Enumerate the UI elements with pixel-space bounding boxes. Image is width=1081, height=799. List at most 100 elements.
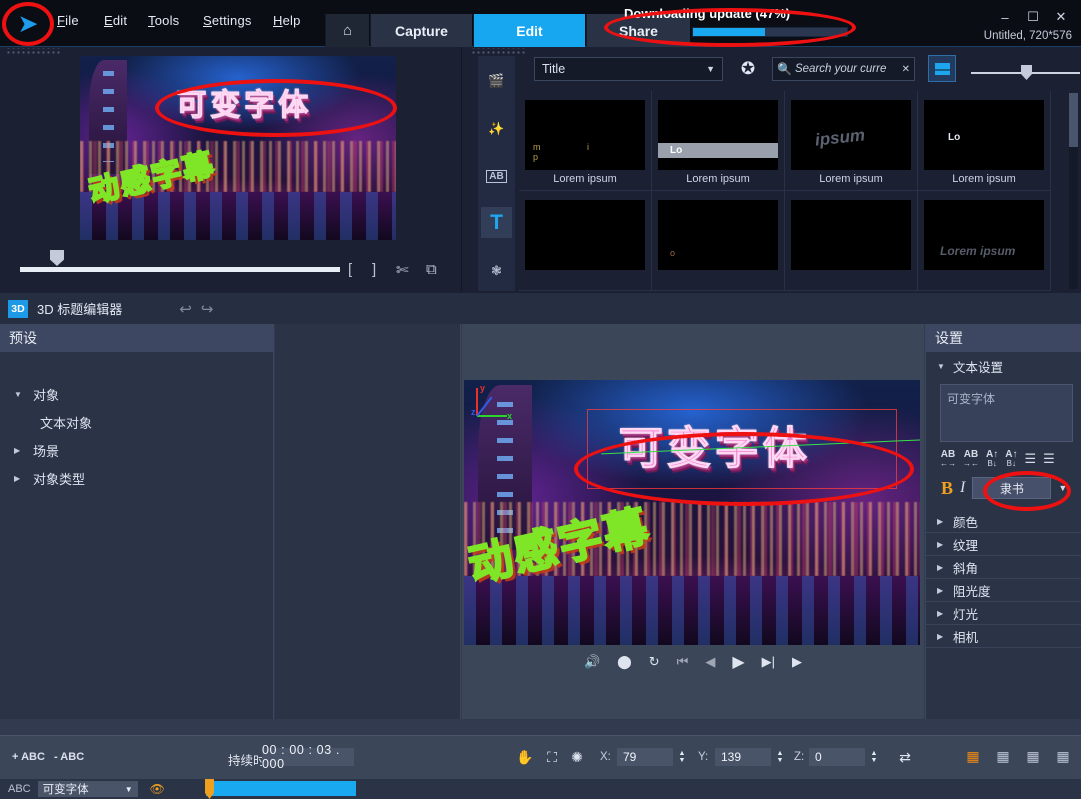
add-favorite-button[interactable]: ✪: [734, 56, 762, 82]
chevron-down-icon[interactable]: ▼: [1058, 483, 1067, 493]
menu-file[interactable]: FFileile: [57, 13, 79, 28]
list-item[interactable]: Lorem ipsum: [918, 191, 1051, 291]
preview-playhead[interactable]: [50, 250, 64, 266]
tree-item-text-object[interactable]: 文本对象: [0, 408, 273, 436]
group-lighting[interactable]: ▶ 灯光: [926, 602, 1081, 625]
snapshot-icon[interactable]: ⧉: [426, 261, 437, 278]
mode-capture-button[interactable]: Capture: [370, 14, 472, 47]
letter-spacing-contract-icon[interactable]: AB →←: [963, 449, 979, 469]
list-item[interactable]: [519, 191, 652, 291]
play-icon[interactable]: ▶: [732, 652, 744, 672]
preset-thumbnail-panel[interactable]: [275, 324, 461, 719]
split-scissors-icon[interactable]: ✄: [396, 261, 409, 279]
step-back-icon[interactable]: ◀: [705, 654, 715, 670]
prev-frame-icon[interactable]: ⏮: [677, 654, 689, 670]
track-clip-select[interactable]: 可变字体 ▼: [37, 781, 138, 797]
y-stepper[interactable]: ▲ ▼: [774, 748, 786, 766]
align-left-icon[interactable]: ☰: [1024, 452, 1036, 466]
line-spacing-increase-icon[interactable]: A↑ B↓: [986, 449, 998, 469]
transitions-ab-icon[interactable]: AB: [481, 161, 512, 192]
rotate-object-icon[interactable]: ✺: [567, 748, 587, 767]
group-color[interactable]: ▶ 颜色: [926, 510, 1081, 533]
maximize-button[interactable]: ☐: [1020, 8, 1046, 26]
list-item[interactable]: Lo Lorem ipsum: [652, 91, 785, 191]
remove-text-button[interactable]: - ABC: [54, 751, 84, 763]
view-side-icon[interactable]: ▦: [1022, 747, 1044, 766]
clear-search-icon[interactable]: ✕: [902, 64, 910, 75]
close-button[interactable]: ✕: [1048, 8, 1074, 26]
tree-item-object[interactable]: ▼ 对象: [0, 380, 273, 408]
align-center-icon[interactable]: ☰: [1043, 452, 1055, 466]
view-front-icon[interactable]: ▦: [962, 747, 984, 766]
view-mode-button[interactable]: [928, 55, 956, 82]
selection-bounding-box[interactable]: [587, 409, 898, 489]
library-scrollbar[interactable]: [1069, 93, 1078, 289]
swap-reset-icon[interactable]: ⇄: [895, 748, 915, 767]
list-item[interactable]: o: [652, 191, 785, 291]
tree-item-object-type[interactable]: ▶ 对象类型: [0, 464, 273, 492]
group-camera[interactable]: ▶ 相机: [926, 625, 1081, 648]
font-family-select[interactable]: 隶书: [972, 477, 1052, 499]
preview-scrubber-track[interactable]: [20, 267, 340, 272]
mode-edit-button[interactable]: Edit: [473, 14, 585, 47]
y-field[interactable]: 139: [715, 748, 771, 766]
z-field[interactable]: 0: [809, 748, 865, 766]
title-icon[interactable]: T: [481, 207, 512, 238]
menu-edit[interactable]: Edit: [104, 13, 127, 28]
view-perspective-icon[interactable]: ▦: [1052, 747, 1074, 766]
move-object-icon[interactable]: ⛶: [542, 748, 562, 767]
list-item[interactable]: [785, 191, 918, 291]
video-preview[interactable]: 可变字体 动感字幕: [80, 56, 396, 240]
bold-button[interactable]: B: [941, 478, 953, 499]
visibility-eye-icon[interactable]: 👁: [150, 782, 165, 796]
x-field[interactable]: 79: [617, 748, 673, 766]
step-forward-icon[interactable]: ▶|: [762, 654, 775, 670]
panel-grip[interactable]: [6, 48, 60, 56]
title-text-input[interactable]: 可变字体: [940, 384, 1073, 442]
add-text-button[interactable]: + ABC: [12, 751, 45, 763]
redo-arrow-icon[interactable]: ↪: [201, 300, 214, 318]
media-library-icon[interactable]: 🎬: [481, 65, 512, 96]
timeline-clip[interactable]: [206, 781, 356, 796]
minimize-button[interactable]: –: [992, 8, 1018, 26]
mark-in-icon[interactable]: [: [348, 261, 352, 278]
thumbnail-grid[interactable]: m i p Lorem ipsum Lo Lorem ipsum ipsum L…: [519, 91, 1067, 291]
list-item[interactable]: Lo Lorem ipsum: [918, 91, 1051, 191]
line-spacing-decrease-icon[interactable]: A↑ B↓: [1005, 449, 1017, 469]
duration-field[interactable]: 00 : 00 : 03 . 000: [262, 743, 354, 771]
view-top-icon[interactable]: ▦: [992, 747, 1014, 766]
next-frame-icon[interactable]: ▶: [792, 654, 802, 670]
menu-settings[interactable]: Settings: [203, 13, 252, 28]
tree-item-scene[interactable]: ▶ 场景: [0, 436, 273, 464]
app-logo[interactable]: ➤: [6, 3, 50, 45]
group-bevel[interactable]: ▶ 斜角: [926, 556, 1081, 579]
panel-grip-library[interactable]: [471, 48, 525, 56]
slider-knob[interactable]: [1021, 65, 1032, 80]
volume-icon[interactable]: ⬤: [617, 654, 632, 670]
editor-canvas[interactable]: 可变字体 动感字幕 y x z: [464, 380, 920, 645]
mark-out-icon[interactable]: ]: [372, 261, 376, 278]
loop-icon[interactable]: ↻: [649, 654, 660, 670]
mode-home-button[interactable]: ⌂: [325, 14, 369, 47]
menu-tools[interactable]: Tools: [148, 13, 179, 28]
particle-icon[interactable]: ❃: [481, 255, 512, 286]
z-stepper[interactable]: ▲ ▼: [868, 748, 880, 766]
list-item[interactable]: m i p Lorem ipsum: [519, 91, 652, 191]
group-texture[interactable]: ▶ 纹理: [926, 533, 1081, 556]
undo-arrow-icon[interactable]: ↩: [179, 300, 192, 318]
search-input[interactable]: 🔍 Search your curre ✕: [772, 57, 915, 81]
scrollbar-thumb[interactable]: [1069, 93, 1078, 147]
library-category-select[interactable]: Title ▼: [534, 57, 723, 81]
letter-spacing-expand-icon[interactable]: AB ←→: [940, 449, 956, 469]
group-text-settings[interactable]: ▼ 文本设置: [926, 355, 1081, 378]
group-opacity[interactable]: ▶ 阻光度: [926, 579, 1081, 602]
list-item[interactable]: ipsum Lorem ipsum: [785, 91, 918, 191]
menu-help[interactable]: Help: [273, 13, 301, 28]
audio-icon[interactable]: 🔊: [584, 654, 600, 670]
italic-button[interactable]: I: [960, 479, 965, 497]
x-stepper[interactable]: ▲ ▼: [676, 748, 688, 766]
effects-icon[interactable]: ✨: [481, 113, 512, 144]
timeline-playhead[interactable]: [205, 779, 214, 799]
thumbnail-size-slider[interactable]: [971, 65, 1080, 80]
hand-pan-icon[interactable]: ✋: [515, 748, 535, 767]
